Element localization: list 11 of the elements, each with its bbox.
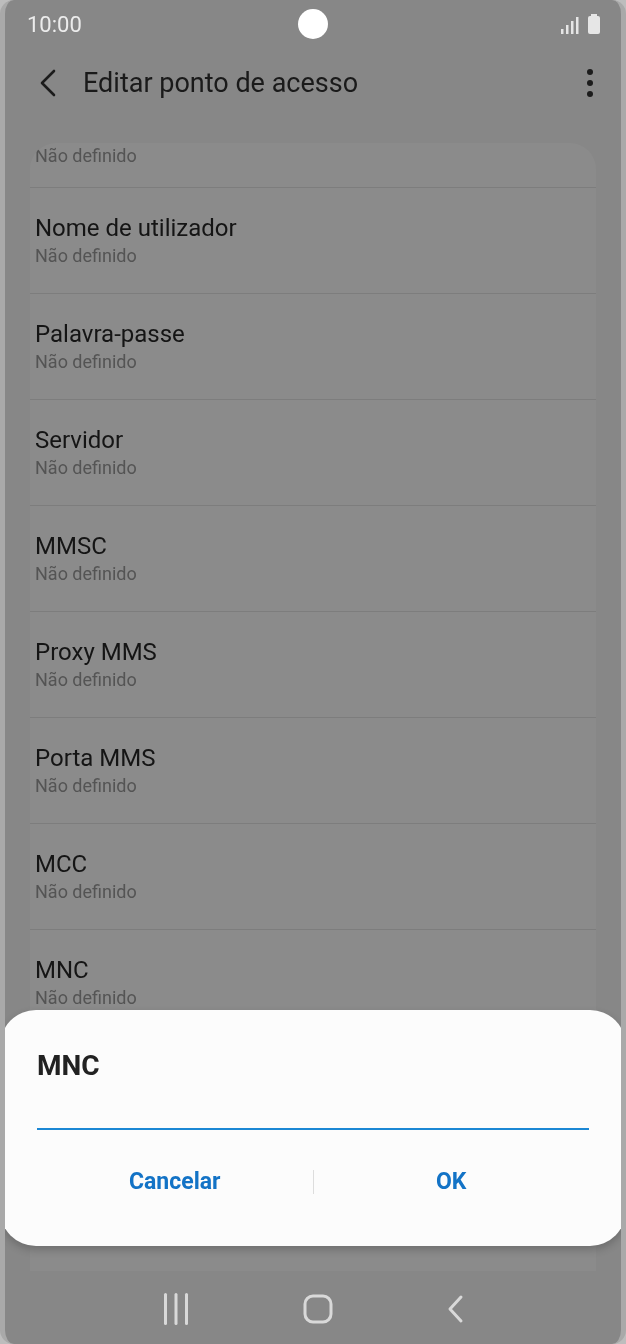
status-time: 10:00 bbox=[27, 11, 82, 37]
signal-icon bbox=[561, 16, 581, 34]
dialog-title: MNC bbox=[37, 1048, 101, 1084]
battery-icon bbox=[587, 14, 601, 34]
cancel-button[interactable]: Cancelar bbox=[37, 1158, 313, 1205]
more-options-icon[interactable] bbox=[584, 68, 596, 98]
camera-cutout bbox=[298, 9, 328, 39]
home-icon[interactable] bbox=[303, 1294, 333, 1324]
ok-button[interactable]: OK bbox=[313, 1158, 589, 1205]
recent-apps-icon[interactable] bbox=[161, 1291, 191, 1327]
screen-title: Editar ponto de acesso bbox=[83, 67, 359, 99]
